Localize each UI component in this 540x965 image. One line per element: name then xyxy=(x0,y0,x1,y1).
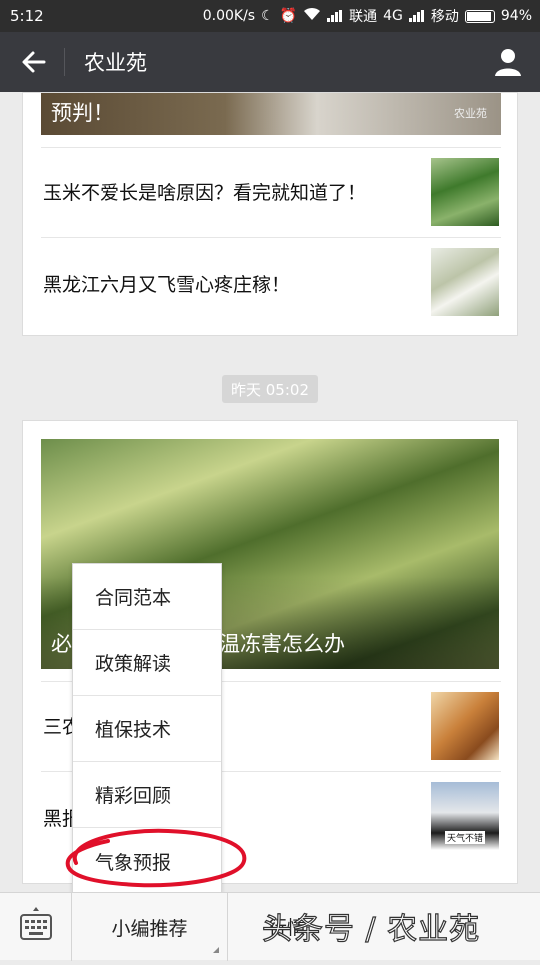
moon-icon: ☾ xyxy=(261,8,274,24)
alarm-icon: ⏰ xyxy=(279,8,298,24)
article-row[interactable]: 黑龙江六月又飞雪心疼庄稼！ xyxy=(41,237,501,334)
thumb-label: 天气不错 xyxy=(445,831,486,844)
wifi-icon xyxy=(303,7,321,25)
corn-thumbnail xyxy=(431,158,499,226)
hero-caption: 预判！ xyxy=(51,101,114,125)
snow-thumbnail xyxy=(431,248,499,316)
menu-item-plant-protection[interactable]: 植保技术 xyxy=(73,696,221,762)
title-bar: 农业苑 xyxy=(0,32,540,92)
network-speed: 0.00K/s xyxy=(202,8,256,24)
battery-icon xyxy=(464,9,495,23)
person-thumbnail: 天气不错 xyxy=(431,782,499,850)
timestamp-badge: 昨天 05:02 xyxy=(222,375,318,403)
keyboard-icon[interactable] xyxy=(0,893,72,961)
article-title: 玉米不爱长是啥原因？看完就知道了！ xyxy=(43,182,367,204)
menu-item-highlights-review[interactable]: 精彩回顾 xyxy=(73,762,221,828)
hero-watermark: 农业苑 xyxy=(454,107,487,120)
carrier-2: 移动 xyxy=(430,9,459,25)
article-row[interactable]: 玉米不爱长是啥原因？看完就知道了！ xyxy=(41,147,501,238)
tab-editor-recommend[interactable]: 小编推荐 xyxy=(72,893,228,961)
battery-percent: 94% xyxy=(500,8,532,24)
menu-item-contract-templates[interactable]: 合同范本 xyxy=(73,564,221,630)
person-icon[interactable] xyxy=(492,46,524,78)
highlight-circle xyxy=(65,828,247,888)
menu-item-policy-interpretation[interactable]: 政策解读 xyxy=(73,630,221,696)
article-title: 黑龙江六月又飞雪心疼庄稼！ xyxy=(43,274,291,296)
page-title: 农业苑 xyxy=(84,51,147,75)
source-watermark: 头条号 / 农业苑 xyxy=(261,911,481,947)
status-time: 5:12 xyxy=(10,7,44,25)
carrier-1: 联通 xyxy=(349,9,378,25)
title-divider xyxy=(64,48,65,76)
corner-triangle-icon xyxy=(213,947,219,953)
status-bar: 5:12 0.00K/s ☾ ⏰ 联通 4G 移动 94% xyxy=(0,0,540,32)
status-right: 0.00K/s ☾ ⏰ 联通 4G 移动 94% xyxy=(203,6,532,26)
tab-label: 小编推荐 xyxy=(111,917,188,940)
signal-icon xyxy=(327,10,343,22)
auction-thumbnail xyxy=(431,692,499,760)
arrow-left-icon[interactable] xyxy=(18,46,50,78)
article-card-1: 预判！ 农业苑 玉米不爱长是啥原因？看完就知道了！ 黑龙江六月又飞雪心疼庄稼！ xyxy=(22,92,518,336)
article-hero-image[interactable]: 预判！ 农业苑 xyxy=(41,93,501,135)
signal-icon-2 xyxy=(408,10,425,22)
network-type: 4G xyxy=(383,8,403,24)
